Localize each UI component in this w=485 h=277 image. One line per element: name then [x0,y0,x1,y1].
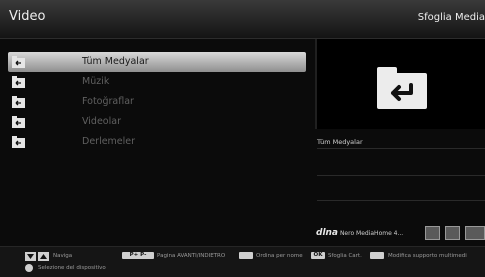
menu-item-music[interactable]: Müzik [8,72,306,92]
browse-media-title: Sfoglia Media [417,12,485,23]
back-folder-icon [377,67,427,109]
divider [317,148,485,149]
divider [317,200,485,201]
screen-title: Video [9,9,46,24]
menu-label: Müzik [82,76,110,87]
menu-item-all-media[interactable]: Tüm Medyalar [8,52,306,72]
page-hint: Pagina AVANTI/INDIETRO [157,253,226,259]
menu-label: Tüm Medyalar [82,56,149,67]
menu-label: Videolar [82,116,121,127]
text-info-icon[interactable] [425,226,440,240]
folder-icon [12,96,25,108]
folder-icon [12,116,25,128]
ok-key: OK [311,252,325,259]
shuffle-icon[interactable] [445,226,460,240]
server-name: Nero MediaHome 4... [339,230,404,237]
repeat-icon[interactable] [465,226,485,240]
folder-icon [12,136,25,148]
navigate-hint: Naviga [53,253,73,259]
page-keys: P+ P- [122,252,154,259]
divider [317,175,485,176]
sort-hint: Ordina per nome [256,253,303,259]
title-bar: Video Sfoglia Media [0,0,485,39]
menu-label: Fotoğraflar [82,96,134,107]
up-down-arrows-icon [25,252,49,261]
menu-label: Derlemeler [82,136,136,147]
red-key-icon [239,252,253,259]
source-key-icon [25,264,33,272]
preview-panel [315,39,485,129]
browse-hint: Sfoglia Cart. [328,253,362,259]
folder-icon [12,76,25,88]
dlna-logo: dlna [316,228,339,238]
folder-icon [12,56,25,68]
menu-item-compilations[interactable]: Derlemeler [8,132,306,152]
menu-item-photos[interactable]: Fotoğraflar [8,92,306,112]
dlna-server: dlna Nero MediaHome 4... [316,228,403,238]
media-menu: Tüm Medyalar Müzik Fotoğraflar Videolar … [8,52,306,152]
menu-item-videos[interactable]: Videolar [8,112,306,132]
modify-hint: Modifica supporto multimedi [388,253,467,259]
footer-hints: Naviga P+ P- Pagina AVANTI/INDIETRO Ordi… [0,246,485,277]
green-key-icon [370,252,384,259]
preview-title: Tüm Medyalar [317,138,363,146]
device-hint: Selezione del dispositivo [38,265,106,271]
